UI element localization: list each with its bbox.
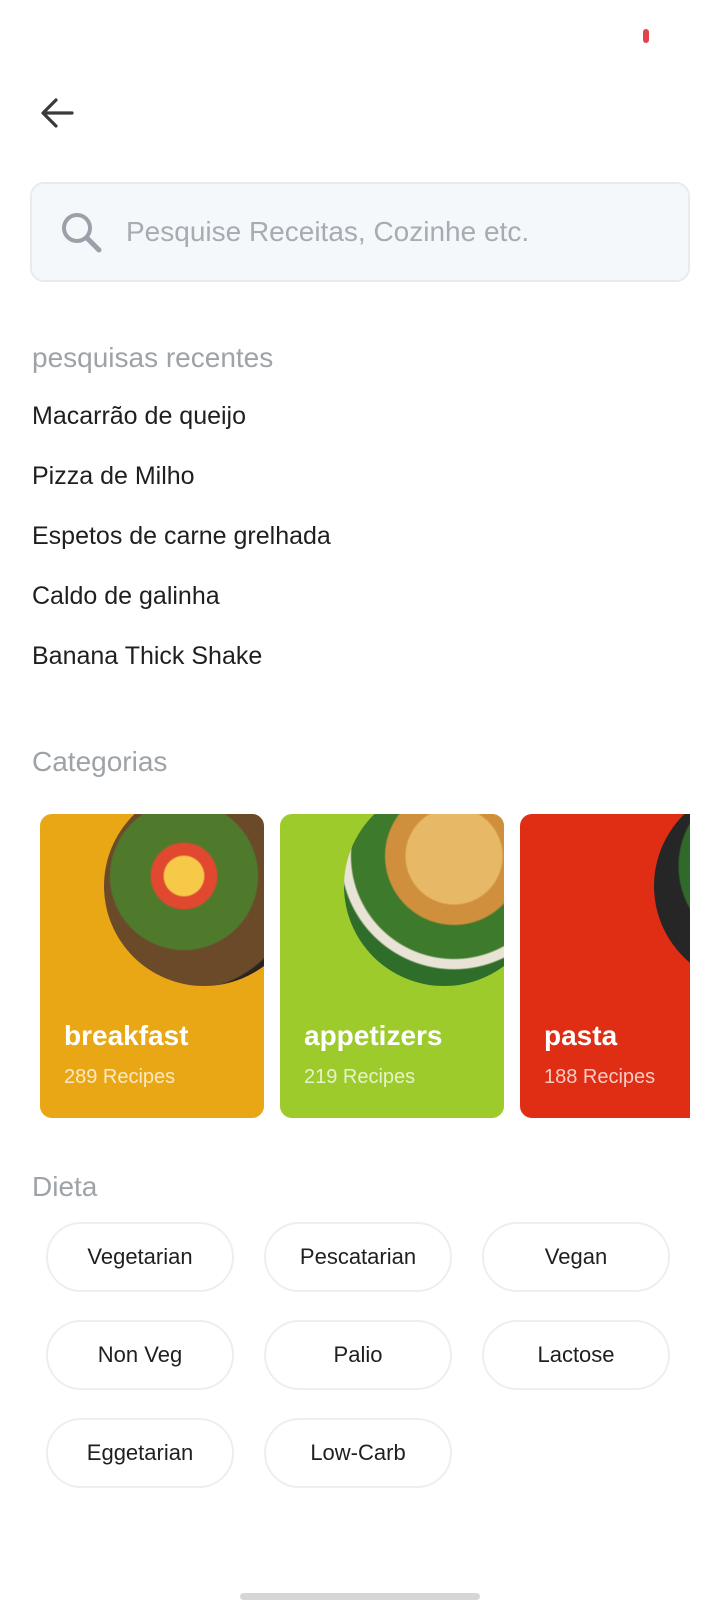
- recent-search-item[interactable]: Pizza de Milho: [32, 458, 672, 518]
- category-recipe-count: 188 Recipes: [544, 1066, 656, 1088]
- categories-title: Categorias: [32, 746, 168, 777]
- category-recipe-count: 289 Recipes: [64, 1066, 176, 1088]
- diet-chip-palio[interactable]: Palio: [264, 1320, 452, 1390]
- diet-chip-pescatarian[interactable]: Pescatarian: [264, 1222, 452, 1292]
- home-indicator[interactable]: [240, 1593, 480, 1600]
- breakfast-food-image: [104, 814, 264, 986]
- diet-chip-low-carb[interactable]: Low-Carb: [264, 1418, 452, 1488]
- diet-chip-eggetarian[interactable]: Eggetarian: [46, 1418, 234, 1488]
- categories-carousel[interactable]: breakfast 289 Recipes appetizers 219 Rec…: [40, 814, 690, 1118]
- recent-search-item[interactable]: Espetos de carne grelhada: [32, 518, 672, 578]
- category-card-breakfast[interactable]: breakfast 289 Recipes: [40, 814, 264, 1118]
- recent-search-item[interactable]: Macarrão de queijo: [32, 398, 672, 458]
- search-icon: [62, 213, 102, 253]
- diet-chip-vegetarian[interactable]: Vegetarian: [46, 1222, 234, 1292]
- search-screen: pesquisas recentes Macarrão de queijo Pi…: [0, 0, 720, 1600]
- category-card-pasta[interactable]: pasta 188 Recipes: [520, 814, 690, 1118]
- recent-searches-title: pesquisas recentes: [32, 342, 274, 373]
- category-name: appetizers: [304, 1020, 443, 1051]
- arrow-left-icon: [41, 98, 74, 128]
- back-button[interactable]: [32, 88, 82, 138]
- diet-chip-non-veg[interactable]: Non Veg: [46, 1320, 234, 1390]
- recent-search-item[interactable]: Caldo de galinha: [32, 578, 672, 638]
- recent-searches-list: Macarrão de queijo Pizza de Milho Espeto…: [32, 398, 672, 698]
- category-card-appetizers[interactable]: appetizers 219 Recipes: [280, 814, 504, 1118]
- appetizers-food-image: [344, 814, 504, 986]
- search-input[interactable]: [126, 202, 688, 262]
- diet-title: Dieta: [32, 1171, 98, 1202]
- diet-chip-lactose[interactable]: Lactose: [482, 1320, 670, 1390]
- category-name: pasta: [544, 1020, 618, 1051]
- search-bar[interactable]: [30, 182, 690, 282]
- pasta-food-image: [654, 814, 690, 986]
- category-name: breakfast: [64, 1020, 189, 1051]
- diet-chips: Vegetarian Pescatarian Vegan Non Veg Pal…: [46, 1222, 676, 1488]
- diet-chip-vegan[interactable]: Vegan: [482, 1222, 670, 1292]
- recording-indicator-dot: [643, 29, 649, 43]
- recent-search-item[interactable]: Banana Thick Shake: [32, 638, 672, 698]
- category-recipe-count: 219 Recipes: [304, 1066, 416, 1088]
